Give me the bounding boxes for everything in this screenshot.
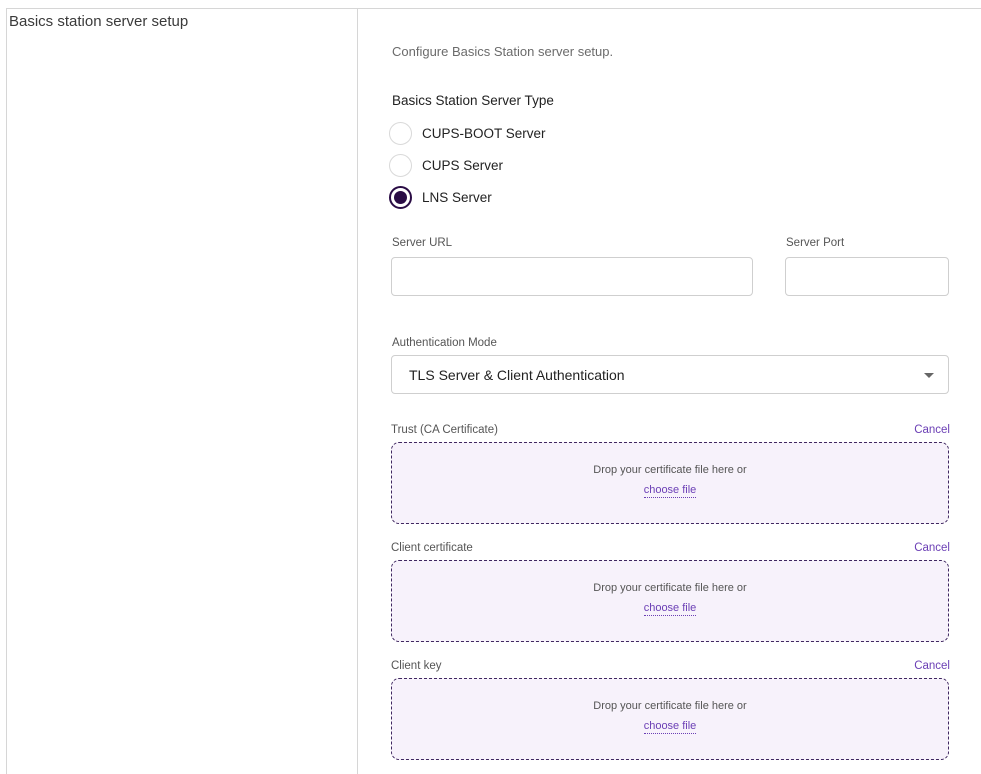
top-divider	[6, 8, 981, 9]
auth-mode-label: Authentication Mode	[392, 337, 497, 349]
client-key-cancel-link[interactable]: Cancel	[914, 660, 950, 672]
client-certificate-label: Client certificate	[391, 542, 473, 554]
section-description: Configure Basics Station server setup.	[392, 44, 614, 59]
radio-cups-boot-server[interactable]: CUPS-BOOT Server	[389, 122, 546, 145]
trust-ca-cancel-link[interactable]: Cancel	[914, 424, 950, 436]
server-port-input[interactable]	[785, 257, 949, 296]
client-certificate-cancel-link[interactable]: Cancel	[914, 542, 950, 554]
server-type-label: Basics Station Server Type	[392, 93, 554, 108]
radio-lns-server[interactable]: LNS Server	[389, 186, 492, 209]
dropzone-text: Drop your certificate file here or	[593, 464, 747, 476]
radio-cups-server[interactable]: CUPS Server	[389, 154, 503, 177]
radio-button[interactable]	[389, 154, 412, 177]
left-divider	[6, 8, 7, 774]
trust-ca-dropzone[interactable]: Drop your certificate file here or choos…	[391, 442, 949, 524]
section-title: Basics station server setup	[9, 13, 189, 30]
server-url-label: Server URL	[392, 237, 453, 249]
server-port-label: Server Port	[786, 237, 845, 249]
client-certificate-dropzone[interactable]: Drop your certificate file here or choos…	[391, 560, 949, 642]
choose-file-wrap: choose file	[392, 716, 948, 734]
choose-file-wrap: choose file	[392, 480, 948, 498]
choose-file-link[interactable]: choose file	[643, 602, 697, 616]
radio-button-selected[interactable]	[389, 186, 412, 209]
client-key-label: Client key	[391, 660, 442, 672]
dropzone-text: Drop your certificate file here or	[593, 582, 747, 594]
radio-label: CUPS Server	[422, 158, 504, 173]
server-url-input[interactable]	[391, 257, 753, 296]
radio-label: CUPS-BOOT Server	[422, 126, 546, 141]
radio-button[interactable]	[389, 122, 412, 145]
auth-mode-value: TLS Server & Client Authentication	[409, 366, 625, 383]
radio-label: LNS Server	[422, 190, 492, 205]
client-key-dropzone[interactable]: Drop your certificate file here or choos…	[391, 678, 949, 760]
trust-ca-label: Trust (CA Certificate)	[391, 424, 498, 436]
auth-mode-select[interactable]: TLS Server & Client Authentication	[391, 355, 949, 394]
choose-file-link[interactable]: choose file	[643, 720, 697, 734]
caret-down-icon	[924, 373, 934, 378]
basics-station-setup-page: Basics station server setup Configure Ba…	[0, 0, 981, 774]
choose-file-link[interactable]: choose file	[643, 484, 697, 498]
column-divider	[357, 8, 358, 774]
dropzone-text: Drop your certificate file here or	[593, 700, 747, 712]
choose-file-wrap: choose file	[392, 598, 948, 616]
